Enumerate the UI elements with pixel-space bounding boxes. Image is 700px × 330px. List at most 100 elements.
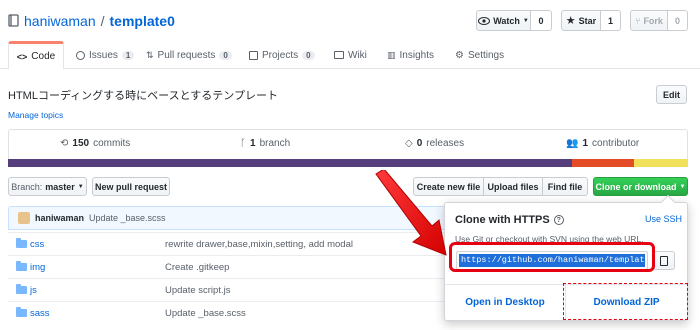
find-file-button[interactable]: Find file [543, 177, 588, 196]
watch-label: Watch [493, 15, 520, 26]
language-bar[interactable] [8, 159, 688, 167]
tab-wiki[interactable]: Wiki [334, 41, 367, 69]
tab-badge: 1 [121, 50, 135, 60]
folder-icon [16, 307, 27, 317]
file-commit-message[interactable]: Update script.js [165, 285, 230, 296]
book-icon [334, 51, 344, 59]
branch-count: 1 [250, 138, 256, 149]
repo-owner-link[interactable]: haniwaman [24, 13, 96, 29]
file-name[interactable]: js [30, 285, 37, 296]
tab-settings[interactable]: ⚙ Settings [455, 41, 504, 69]
repo-description: HTMLコーディングする時にベースとするテンプレート [8, 90, 278, 102]
clone-panel-caret [660, 194, 676, 210]
code-icon: <> [16, 51, 28, 62]
language-html-segment [572, 159, 634, 167]
repo-header: haniwaman / template0 [8, 10, 175, 32]
commits-stat[interactable]: ⟲ 150 commits [60, 138, 130, 149]
tab-badge: 0 [302, 50, 315, 60]
star-count[interactable]: 1 [601, 10, 621, 31]
contributor-stat[interactable]: 👥 1 contributor [566, 138, 639, 149]
contributor-count: 1 [582, 138, 589, 149]
fork-button[interactable]: ⑂ Fork [630, 10, 668, 31]
tab-label: Code [31, 51, 56, 62]
clone-download-label: Clone or download [595, 181, 677, 192]
tab-label: Settings [467, 49, 505, 61]
commit-message[interactable]: Update _base.scss [89, 213, 166, 223]
eye-icon [478, 16, 491, 25]
star-icon: ★ [565, 15, 576, 27]
clipboard-icon [660, 255, 668, 266]
help-icon[interactable]: ? [553, 215, 564, 225]
avatar[interactable] [18, 212, 30, 224]
star-button[interactable]: ★ Star [561, 10, 601, 31]
watch-button[interactable]: Watch ▼ [476, 10, 531, 31]
file-commit-message[interactable]: rewrite drawer,base,mixin,setting, add m… [165, 239, 353, 250]
language-js-segment [633, 159, 688, 167]
people-icon: 👥 [566, 138, 579, 149]
folder-icon [16, 261, 27, 271]
commits-count: 150 [72, 138, 90, 149]
file-name[interactable]: img [30, 262, 45, 273]
copy-to-clipboard-button[interactable] [653, 251, 675, 270]
file-commit-message[interactable]: Update _base.scss [165, 308, 246, 319]
releases-label: releases [426, 138, 465, 149]
fork-label: Fork [643, 15, 663, 26]
branch-icon: ᚴ [240, 138, 246, 149]
contributor-label: contributor [592, 138, 640, 149]
file-commit-message[interactable]: Create .gitkeep [165, 262, 229, 273]
tab-issues[interactable]: Issues 1 [76, 41, 135, 69]
fork-icon: ⑂ [635, 15, 641, 26]
fork-count[interactable]: 0 [668, 10, 688, 31]
tab-label: Pull requests [157, 49, 216, 61]
repo-separator: / [100, 13, 105, 29]
tab-badge: 0 [219, 50, 232, 60]
clone-panel-title-row: Clone with HTTPS ? [455, 214, 564, 226]
annotation-dotted-box [563, 283, 688, 320]
releases-stat[interactable]: ◇ 0 releases [405, 138, 464, 149]
graph-icon: ▥ [387, 49, 396, 60]
language-css-segment [8, 159, 573, 167]
repo-name-link[interactable]: template0 [110, 13, 175, 29]
tab-projects[interactable]: Projects 0 [249, 41, 315, 69]
tab-label: Issues [89, 49, 118, 61]
branch-label: branch [259, 138, 291, 149]
new-pull-request-button[interactable]: New pull request [92, 177, 170, 196]
branch-select-label: Branch: [11, 181, 43, 192]
branch-stat[interactable]: ᚴ 1 branch [240, 138, 290, 149]
tab-label: Wiki [348, 49, 367, 61]
annotation-arrow [375, 170, 447, 256]
issue-icon [76, 50, 85, 60]
folder-icon [16, 238, 27, 248]
open-in-desktop-button[interactable]: Open in Desktop [445, 285, 566, 320]
tab-insights[interactable]: ▥ Insights [387, 41, 434, 69]
watch-count[interactable]: 0 [531, 10, 552, 31]
tab-label: Insights [399, 49, 434, 61]
tag-icon: ◇ [405, 138, 413, 149]
commit-author[interactable]: haniwaman [35, 213, 84, 223]
annotation-highlight-box [449, 242, 655, 272]
branch-select-value: master [45, 181, 75, 192]
edit-button[interactable]: Edit [656, 85, 687, 104]
branch-select[interactable]: Branch: master ▼ [8, 177, 87, 196]
chevron-down-icon: ▼ [522, 17, 529, 24]
releases-count: 0 [416, 138, 423, 149]
upload-files-button[interactable]: Upload files [484, 177, 543, 196]
chevron-down-icon: ▼ [77, 183, 84, 190]
file-name[interactable]: css [30, 239, 44, 250]
pull-request-icon: ⇅ [146, 49, 154, 60]
gear-icon: ⚙ [455, 49, 464, 61]
star-label: Star [578, 15, 597, 26]
tab-code[interactable]: <> Code [8, 41, 64, 69]
repo-icon [8, 14, 19, 28]
manage-topics-link[interactable]: Manage topics [8, 110, 63, 120]
file-name[interactable]: sass [30, 308, 50, 319]
clone-or-download-button[interactable]: Clone or download ▼ [593, 177, 688, 196]
chevron-down-icon: ▼ [679, 183, 686, 190]
tab-label: Projects [262, 49, 299, 61]
history-icon: ⟲ [60, 138, 69, 149]
use-ssh-link[interactable]: Use SSH [645, 214, 682, 224]
project-icon [249, 50, 258, 60]
tab-pull-requests[interactable]: ⇅ Pull requests 0 [146, 41, 232, 69]
folder-icon [16, 284, 27, 294]
commits-label: commits [93, 138, 131, 149]
